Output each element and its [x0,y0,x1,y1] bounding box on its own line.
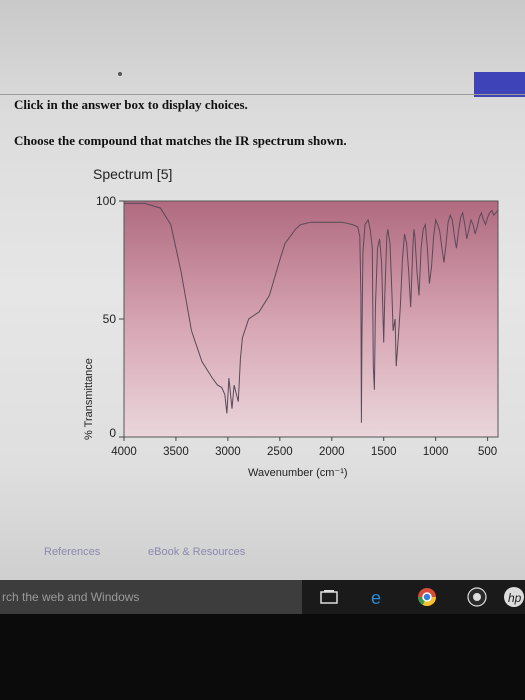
references-link[interactable]: References [44,546,100,558]
question-prompt: Choose the compound that matches the IR … [14,133,347,148]
edge-browser-icon[interactable]: e [367,586,389,608]
x-tick-label: 2500 [267,446,293,458]
task-view-icon[interactable] [318,586,340,608]
ebook-resources-link[interactable]: eBook & Resources [148,546,245,558]
laptop-bezel [0,614,525,700]
ir-spectrum-chart: 0 50 100 4000 3500 3000 2500 2000 1500 1000 500 %… [83,194,499,479]
plot-area [123,200,499,438]
x-tick-label: 1500 [371,446,397,458]
spectrum-title: Spectrum [5] [93,166,173,182]
y-tick-label: 100 [96,194,116,208]
svg-text:e: e [371,588,381,608]
windows-taskbar: rch the web and Windows e hp [0,580,525,614]
x-tick-label: 1000 [423,446,449,458]
x-axis-label: Wavenumber (cm⁻¹) [248,467,348,479]
svg-text:hp: hp [508,591,522,605]
chrome-browser-icon[interactable] [416,586,438,608]
x-tick-label: 2000 [319,446,345,458]
x-tick-label: 3000 [215,446,241,458]
instruction-click-answer-box: Click in the answer box to display choic… [14,97,248,112]
app-icon[interactable] [466,586,488,608]
hp-logo-icon: hp [504,587,524,607]
x-tick-label: 3500 [163,446,189,458]
x-tick-label: 4000 [111,446,137,458]
y-axis-label: % Transmittance [83,358,95,440]
header-divider [0,94,525,95]
y-tick-label: 50 [103,312,117,326]
page-dot [118,72,122,76]
x-tick-label: 500 [478,446,497,458]
browser-content: Click in the answer box to display choic… [0,0,525,580]
taskbar-search-box[interactable]: rch the web and Windows [0,580,302,614]
y-tick-label: 0 [109,426,116,440]
